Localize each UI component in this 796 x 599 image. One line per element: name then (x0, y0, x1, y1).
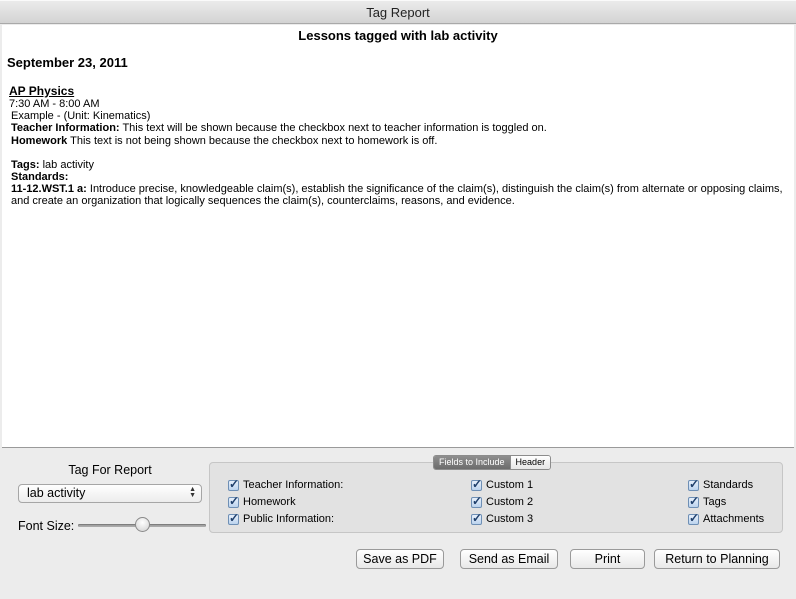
checkbox-attachments[interactable]: Attachments (688, 511, 765, 525)
checkbox-checked-icon (228, 494, 239, 508)
checkbox-label: Custom 3 (486, 513, 534, 525)
standard-text: Introduce precise, knowledgeable claim(s… (11, 183, 783, 208)
checkbox-checked-icon (228, 477, 239, 491)
lesson-example: Example - (Unit: Kinematics) (11, 110, 151, 123)
tags-text: lab activity (39, 158, 94, 171)
homework-line: Homework This text is not being shown be… (9, 135, 789, 147)
lesson-time: 7:30 AM - 8:00 AM (9, 98, 100, 110)
checkbox-checked-icon (688, 494, 699, 508)
lesson-entry: AP Physics 7:30 AM - 8:00 AM Example - (… (9, 84, 789, 208)
teacher-info-text: This text will be shown because the chec… (119, 122, 547, 135)
checkbox-checked-icon (688, 477, 699, 491)
standard-code: 11-12.WST.1 a: (11, 183, 87, 196)
tag-for-report-label: Tag For Report (68, 463, 152, 477)
checkbox-label: Standards (703, 479, 754, 491)
checkbox-checked-icon (471, 494, 482, 508)
checkbox-checked-icon (688, 511, 699, 525)
tag-select[interactable]: lab activity ▲ ▼ (18, 484, 202, 503)
font-size-label: Font Size: (18, 519, 75, 533)
tag-select-value: lab activity (27, 486, 86, 500)
tags-label: Tags: (11, 158, 40, 171)
window-titlebar: Tag Report (0, 0, 796, 24)
teacher-information: Teacher Information: This text will be s… (9, 122, 789, 134)
checkbox-label: Custom 2 (486, 496, 534, 508)
report-date: September 23, 2011 (7, 55, 128, 70)
course-name: AP Physics (9, 84, 75, 98)
updown-arrows-icon: ▲ ▼ (189, 486, 196, 499)
tags-line: Tags: lab activity (9, 159, 789, 171)
checkbox-checked-icon (471, 511, 482, 525)
checkbox-label: Custom 1 (486, 479, 534, 491)
checkbox-label: Teacher Information: (243, 479, 344, 491)
window-title: Tag Report (366, 5, 430, 20)
report-controls: Tag For Report lab activity ▲ ▼ Font Size… (0, 448, 796, 599)
checkbox-teacher-information[interactable]: Teacher Information: (228, 477, 344, 491)
save-as-pdf-button[interactable]: Save as PDF (356, 549, 444, 569)
tab-header[interactable]: Header (509, 456, 551, 469)
return-to-planning-button[interactable]: Return to Planning (654, 549, 780, 569)
checkbox-label: Homework (243, 496, 296, 508)
tab-fields-to-include[interactable]: Fields to Include (434, 456, 510, 469)
fields-panel: Teacher Information: Homework Public Inf… (209, 462, 783, 533)
checkbox-custom-2[interactable]: Custom 2 (471, 494, 534, 508)
checkbox-label: Public Information: (243, 513, 335, 525)
homework-text: This text is not being shown because the… (67, 134, 438, 147)
report-view[interactable]: Lessons tagged with lab activity Septemb… (2, 25, 794, 448)
standards-label: Standards: (11, 171, 69, 184)
report-heading: Lessons tagged with lab activity (298, 28, 498, 43)
checkbox-standards[interactable]: Standards (688, 477, 754, 491)
fields-header-tabs: Fields to Include Header (433, 455, 552, 470)
homework-label: Homework (11, 134, 68, 147)
teacher-info-label: Teacher Information: (11, 122, 120, 135)
checkbox-public-information[interactable]: Public Information: (228, 511, 335, 525)
checkbox-label: Tags (703, 496, 727, 508)
checkbox-checked-icon (471, 477, 482, 491)
standard-entry: 11-12.WST.1 a: Introduce precise, knowle… (9, 183, 789, 207)
checkbox-custom-3[interactable]: Custom 3 (471, 511, 534, 525)
font-size-slider-knob[interactable] (134, 517, 150, 532)
checkbox-tags[interactable]: Tags (688, 494, 727, 508)
checkbox-homework[interactable]: Homework (228, 494, 296, 508)
checkbox-label: Attachments (703, 513, 765, 525)
checkbox-custom-1[interactable]: Custom 1 (471, 477, 534, 491)
send-as-email-button[interactable]: Send as Email (460, 549, 558, 569)
print-button[interactable]: Print (570, 549, 645, 569)
checkbox-checked-icon (228, 511, 239, 525)
